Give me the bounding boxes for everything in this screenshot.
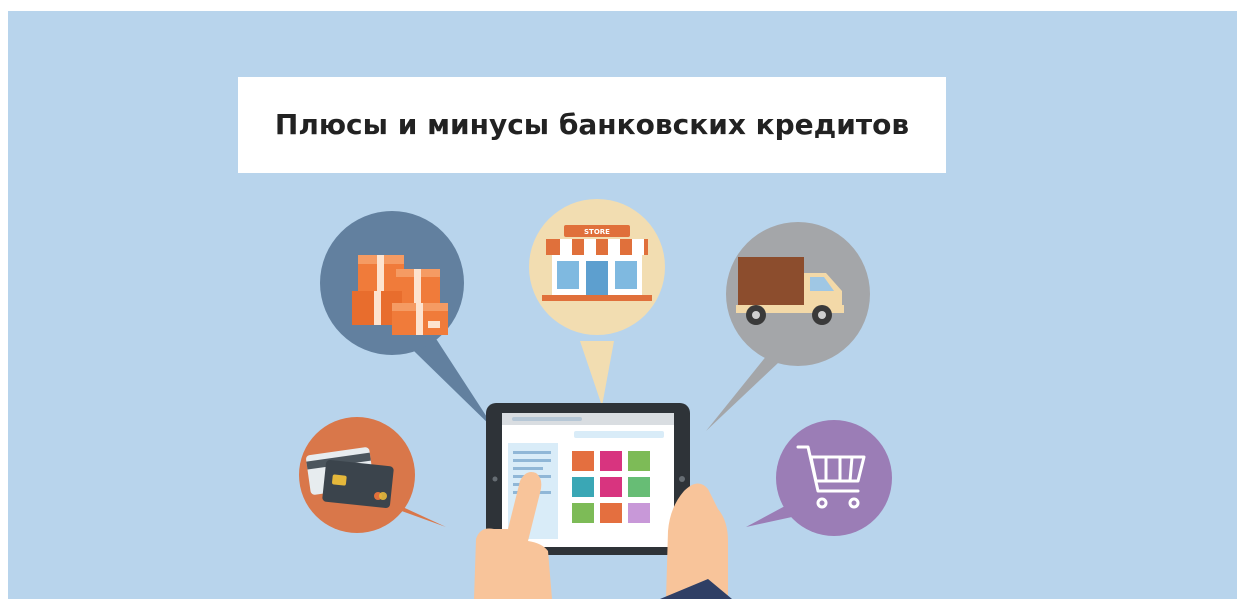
store-bubble-tail xyxy=(580,341,614,406)
cart-bubble xyxy=(776,420,892,536)
store-sign-text: STORE xyxy=(584,228,610,236)
illustration-frame: Плюсы и минусы банковских кредитов STORE xyxy=(8,11,1237,599)
shopping-illustration: STORE xyxy=(299,199,892,599)
